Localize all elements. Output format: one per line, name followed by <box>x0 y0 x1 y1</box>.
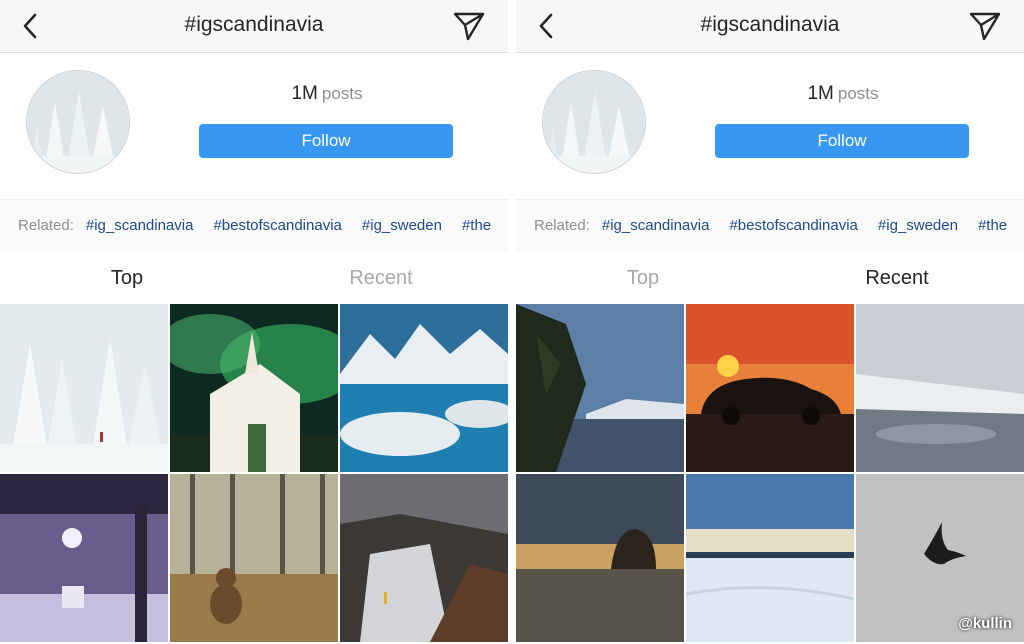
post-count-label: posts <box>837 84 879 103</box>
related-hashtags: Related: #ig_scandinavia #bestofscandinavi… <box>0 199 508 253</box>
photo-thumbnail-bird-grey-sky[interactable]: @kullin <box>856 474 1024 642</box>
tab-top[interactable]: Top <box>0 252 254 304</box>
related-hashtags: Related: #ig_scandinavia #bestofscandinavi… <box>516 199 1024 253</box>
post-count-value: 1M <box>291 83 318 104</box>
hashtag-header: 1M posts Follow <box>0 53 508 199</box>
watermark: @kullin <box>958 615 1012 632</box>
hashtag-page-top: #igscandinavia 1M posts Follow Related: #i… <box>0 0 508 644</box>
post-count: 1M posts <box>716 83 970 105</box>
related-label: Related: <box>534 217 590 234</box>
panel-divider <box>508 0 516 644</box>
photo-thumbnail-frosty-river[interactable] <box>856 304 1024 472</box>
nav-bar: #igscandinavia <box>0 0 508 53</box>
photo-thumbnail-snow-plain[interactable] <box>686 474 854 642</box>
related-tag[interactable]: #ig_scandinavia <box>602 217 710 234</box>
page-title: #igscandinavia <box>184 13 324 36</box>
photo-thumbnail-rock-sunset[interactable] <box>516 474 684 642</box>
related-tag[interactable]: #bestofscandinavia <box>729 217 857 234</box>
send-direct-icon[interactable] <box>968 10 1002 42</box>
photo-grid: @kullin <box>516 304 1024 644</box>
send-direct-icon[interactable] <box>452 10 486 42</box>
follow-button[interactable]: Follow <box>199 124 453 158</box>
photo-thumbnail-snowy-forest[interactable] <box>0 304 168 472</box>
follow-button[interactable]: Follow <box>715 124 969 158</box>
photo-thumbnail-fjord-village[interactable] <box>340 304 508 472</box>
hashtag-avatar <box>542 70 646 174</box>
photo-thumbnail-lake-trees[interactable] <box>516 304 684 472</box>
feed-tabs: Top Recent <box>0 252 508 304</box>
nav-bar: #igscandinavia <box>516 0 1024 53</box>
tab-recent[interactable]: Recent <box>254 252 508 304</box>
related-tag[interactable]: #ig_sweden <box>362 217 442 234</box>
photo-grid <box>0 304 508 644</box>
page-title: #igscandinavia <box>700 13 840 36</box>
photo-thumbnail-sunset-car[interactable] <box>686 304 854 472</box>
related-tag[interactable]: #bestofscandinavia <box>213 217 341 234</box>
photo-thumbnail-aurora-church[interactable] <box>170 304 338 472</box>
hashtag-header: 1M posts Follow <box>516 53 1024 199</box>
tab-top[interactable]: Top <box>516 252 770 304</box>
related-tag[interactable]: #ig_scandinavia <box>86 217 194 234</box>
related-tag[interactable]: #the <box>978 217 1007 234</box>
photo-thumbnail-moon-cabin[interactable] <box>0 474 168 642</box>
related-tag[interactable]: #the <box>462 217 491 234</box>
related-tag[interactable]: #ig_sweden <box>878 217 958 234</box>
tab-recent[interactable]: Recent <box>770 252 1024 304</box>
hashtag-page-recent: #igscandinavia 1M posts Follow Related: #i… <box>516 0 1024 644</box>
photo-thumbnail-waterfall[interactable] <box>340 474 508 642</box>
post-count-value: 1M <box>807 83 834 104</box>
hashtag-avatar <box>26 70 130 174</box>
feed-tabs: Top Recent <box>516 252 1024 304</box>
related-label: Related: <box>18 217 74 234</box>
photo-thumbnail-bear-forest[interactable] <box>170 474 338 642</box>
post-count: 1M posts <box>200 83 454 105</box>
post-count-label: posts <box>321 84 363 103</box>
